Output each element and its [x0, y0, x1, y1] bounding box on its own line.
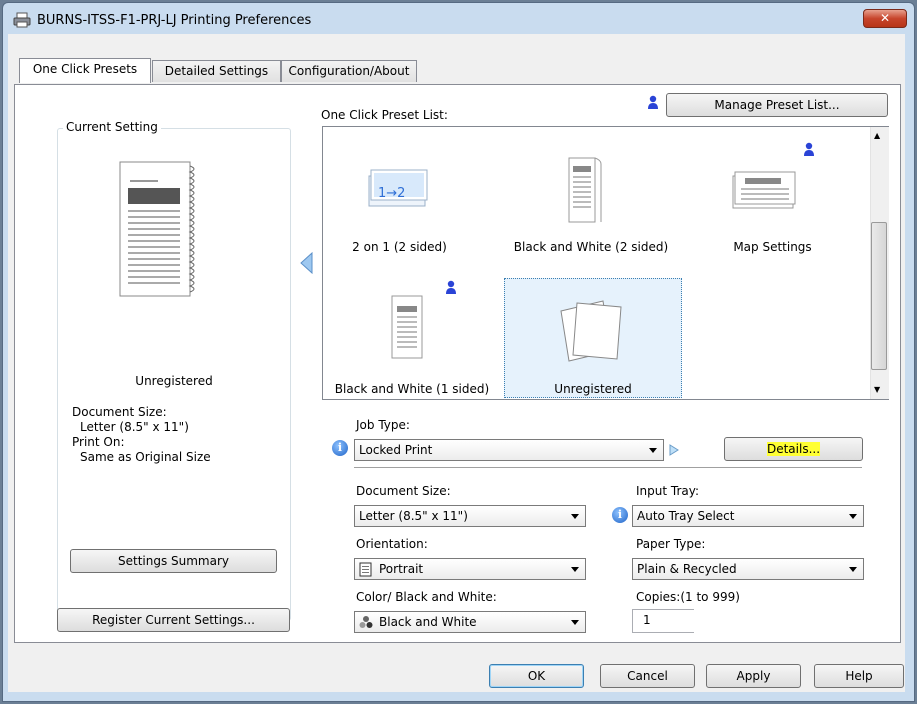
play-arrow-icon: [669, 444, 679, 456]
details-button-label: Details...: [766, 442, 821, 456]
chevron-down-icon: [571, 567, 579, 572]
preset-item-2-on-1[interactable]: 1→2 2 on 1 (2 sided): [332, 140, 467, 260]
info-icon[interactable]: i: [612, 507, 628, 523]
close-button[interactable]: ✕: [863, 9, 907, 28]
settings-summary-button[interactable]: Settings Summary: [70, 549, 277, 573]
user-icon: [446, 280, 456, 294]
bw-duplex-preset-icon: [568, 157, 602, 223]
window-title: BURNS-ITSS-F1-PRJ-LJ Printing Preference…: [37, 13, 312, 28]
info-icon[interactable]: i: [332, 440, 348, 456]
preset-item-unregistered-selected[interactable]: Unregistered: [504, 278, 682, 398]
preset-item-map-settings[interactable]: Map Settings: [705, 140, 840, 260]
user-icon: [804, 142, 814, 156]
tab-one-click-presets[interactable]: One Click Presets: [19, 58, 151, 83]
document-size-select[interactable]: Letter (8.5" x 11"): [354, 505, 586, 527]
printer-icon: [13, 12, 31, 28]
input-tray-label: Input Tray:: [636, 484, 700, 498]
cancel-button[interactable]: Cancel: [600, 664, 695, 688]
orientation-value: Portrait: [379, 562, 424, 576]
chevron-down-icon: [849, 514, 857, 519]
scrollbar-thumb[interactable]: [871, 222, 887, 370]
job-type-select[interactable]: Locked Print: [354, 439, 664, 461]
tab-configuration-about[interactable]: Configuration/About: [281, 60, 417, 82]
preset-item-bw-1-sided[interactable]: Black and White (1 sided): [328, 278, 496, 400]
color-value: Black and White: [379, 615, 477, 629]
document-preview-image: [119, 161, 195, 297]
chevron-down-icon: [571, 514, 579, 519]
black-white-dots-icon: [359, 616, 373, 628]
orientation-select[interactable]: Portrait: [354, 558, 586, 580]
preset-list-label: One Click Preset List:: [321, 108, 448, 122]
preset-glyph: 1→2: [378, 186, 406, 201]
help-button[interactable]: Help: [814, 664, 904, 688]
document-size-value: Letter (8.5" x 11"): [80, 420, 189, 434]
current-setting-label: Current Setting: [63, 120, 161, 134]
input-tray-select[interactable]: Auto Tray Select: [632, 505, 864, 527]
bw-simplex-preset-icon: [391, 295, 423, 359]
copies-value: 1: [643, 613, 651, 627]
chevron-down-icon: [571, 620, 579, 625]
chevron-down-icon: [849, 567, 857, 572]
job-type-label: Job Type:: [356, 418, 410, 432]
manage-preset-list-button[interactable]: Manage Preset List...: [666, 93, 888, 117]
document-size-select-value: Letter (8.5" x 11"): [359, 509, 468, 523]
preset-item-label: Map Settings: [733, 240, 812, 254]
document-size-caption: Document Size:: [72, 405, 167, 419]
register-current-settings-button[interactable]: Register Current Settings...: [57, 608, 290, 632]
preset-item-label: Black and White (2 sided): [513, 240, 669, 254]
preset-item-label: 2 on 1 (2 sided): [352, 240, 447, 254]
document-size-label: Document Size:: [356, 484, 451, 498]
divider: [354, 467, 862, 468]
paper-type-select[interactable]: Plain & Recycled: [632, 558, 864, 580]
user-icon: [648, 95, 658, 109]
details-button[interactable]: Details...: [724, 437, 863, 461]
preset-item-label: Black and White (1 sided): [334, 382, 490, 396]
portrait-page-icon: [359, 562, 372, 577]
print-on-value: Same as Original Size: [80, 450, 211, 464]
color-label: Color/ Black and White:: [356, 590, 497, 604]
ok-button[interactable]: OK: [489, 664, 584, 688]
paper-type-value: Plain & Recycled: [637, 562, 737, 576]
orientation-label: Orientation:: [356, 537, 428, 551]
scroll-down-icon[interactable]: ▼: [874, 385, 880, 394]
preset-item-label: Unregistered: [554, 382, 632, 396]
print-on-caption: Print On:: [72, 435, 125, 449]
job-type-value: Locked Print: [359, 443, 433, 457]
apply-button[interactable]: Apply: [706, 664, 801, 688]
current-setting-preview-label: Unregistered: [135, 374, 213, 388]
paper-type-label: Paper Type:: [636, 537, 706, 551]
title-bar[interactable]: BURNS-ITSS-F1-PRJ-LJ Printing Preference…: [3, 3, 914, 37]
copies-input[interactable]: 1: [632, 609, 694, 633]
preset-item-bw-2-sided[interactable]: Black and White (2 sided): [505, 140, 677, 260]
copies-label: Copies:(1 to 999): [636, 590, 740, 604]
color-select[interactable]: Black and White: [354, 611, 586, 633]
blank-pages-preset-icon: [560, 300, 622, 362]
input-tray-value: Auto Tray Select: [637, 509, 735, 523]
scroll-up-icon[interactable]: ▲: [874, 131, 880, 140]
scroll-left-arrow-icon[interactable]: [300, 252, 314, 274]
chevron-down-icon: [649, 448, 657, 453]
tab-detailed-settings[interactable]: Detailed Settings: [152, 60, 281, 82]
landscape-preset-icon: [732, 171, 796, 209]
